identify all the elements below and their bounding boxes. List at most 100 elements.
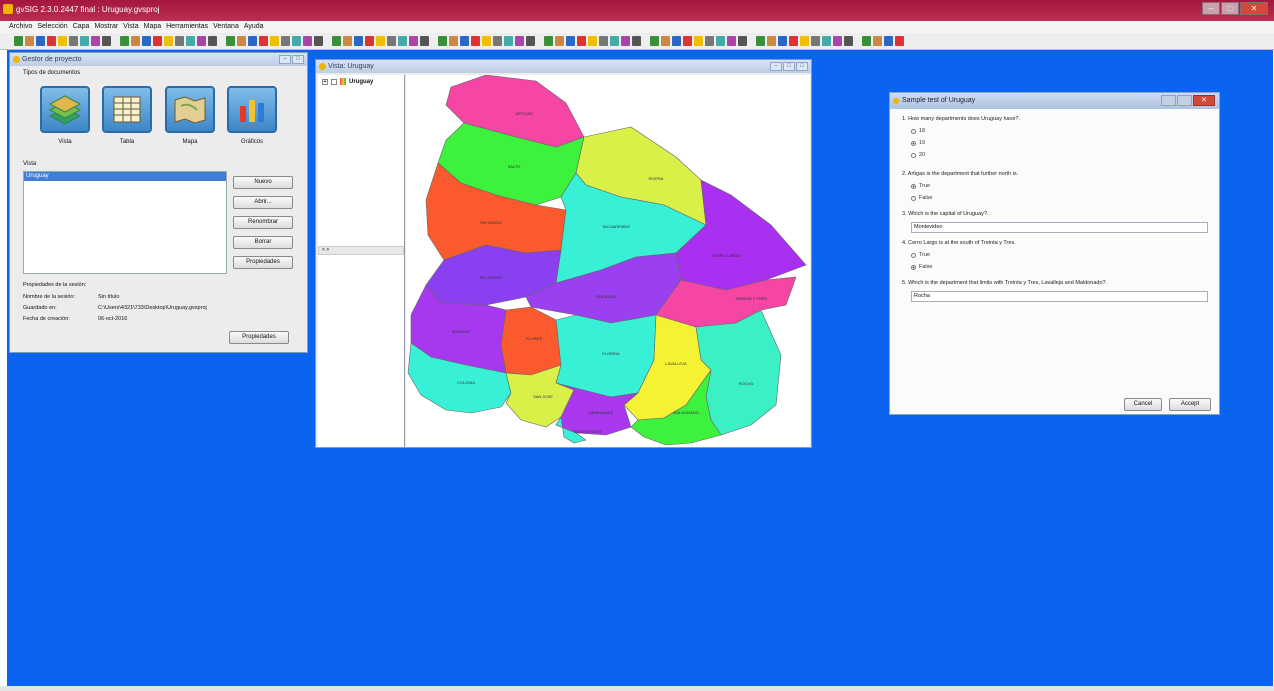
toolbar-tool-icon[interactable]	[873, 36, 882, 46]
map-icon[interactable]	[165, 86, 215, 133]
menu-seleccion[interactable]: Selección	[37, 21, 67, 33]
toolbar-tool-icon[interactable]	[420, 36, 429, 46]
radio-icon[interactable]	[911, 252, 916, 258]
toolbar-tool-icon[interactable]	[387, 36, 396, 46]
toolbar-tool-icon[interactable]	[493, 36, 502, 46]
toolbar-tool-icon[interactable]	[789, 36, 798, 46]
q2-option-false[interactable]: False	[911, 195, 932, 201]
toolbar-tool-icon[interactable]	[226, 36, 235, 46]
toolbar-tool-icon[interactable]	[471, 36, 480, 46]
toolbar-tool-icon[interactable]	[332, 36, 341, 46]
toolbar-tool-icon[interactable]	[292, 36, 301, 46]
toolbar-tool-icon[interactable]	[515, 36, 524, 46]
q1-option-20[interactable]: 20	[911, 152, 925, 158]
toolbar-tool-icon[interactable]	[460, 36, 469, 46]
toolbar-tool-icon[interactable]	[314, 36, 323, 46]
toolbar-tool-icon[interactable]	[862, 36, 871, 46]
radio-selected-icon[interactable]	[911, 183, 916, 189]
panel-close-button[interactable]: □	[292, 55, 304, 64]
toolbar-tool-icon[interactable]	[438, 36, 447, 46]
toolbar-tool-icon[interactable]	[738, 36, 747, 46]
toolbar-tool-icon[interactable]	[756, 36, 765, 46]
toolbar-tool-icon[interactable]	[599, 36, 608, 46]
toolbar-tool-icon[interactable]	[303, 36, 312, 46]
cancel-button[interactable]: Cancel	[1124, 398, 1162, 411]
menu-vista[interactable]: Vista	[123, 21, 138, 33]
menu-ventana[interactable]: Ventana	[213, 21, 239, 33]
toolbar-tool-icon[interactable]	[259, 36, 268, 46]
toolbar-tool-icon[interactable]	[694, 36, 703, 46]
toolbar-tool-icon[interactable]	[25, 36, 34, 46]
quiz-close-button[interactable]: ✕	[1193, 95, 1215, 106]
toolbar-tool-icon[interactable]	[767, 36, 776, 46]
table-icon[interactable]	[102, 86, 152, 133]
toolbar-tool-icon[interactable]	[621, 36, 630, 46]
q1-option-19[interactable]: 19	[911, 140, 925, 146]
toolbar-tool-icon[interactable]	[131, 36, 140, 46]
delete-button[interactable]: Borrar	[233, 236, 293, 249]
toolbar-tool-icon[interactable]	[778, 36, 787, 46]
chart-icon[interactable]	[227, 86, 277, 133]
toolbar-tool-icon[interactable]	[555, 36, 564, 46]
toolbar-tool-icon[interactable]	[727, 36, 736, 46]
toolbar-tool-icon[interactable]	[153, 36, 162, 46]
layer-visibility-checkbox[interactable]	[331, 78, 337, 85]
toolbar-tool-icon[interactable]	[14, 36, 23, 46]
view-minimize-button[interactable]: –	[770, 62, 782, 71]
toolbar-tool-icon[interactable]	[102, 36, 111, 46]
toolbar-tool-icon[interactable]	[237, 36, 246, 46]
toolbar-tool-icon[interactable]	[409, 36, 418, 46]
quiz-maximize-button[interactable]	[1177, 95, 1192, 106]
toolbar-tool-icon[interactable]	[142, 36, 151, 46]
open-button[interactable]: Abrir...	[233, 196, 293, 209]
toolbar-tool-icon[interactable]	[58, 36, 67, 46]
toolbar-tool-icon[interactable]	[80, 36, 89, 46]
menu-capa[interactable]: Capa	[73, 21, 90, 33]
q1-option-18[interactable]: 18	[911, 128, 925, 134]
toolbar-tool-icon[interactable]	[69, 36, 78, 46]
panel-minimize-button[interactable]: –	[279, 55, 291, 64]
toolbar-tool-icon[interactable]	[716, 36, 725, 46]
toolbar-tool-icon[interactable]	[632, 36, 641, 46]
radio-selected-icon[interactable]	[911, 140, 916, 146]
toolbar-tool-icon[interactable]	[197, 36, 206, 46]
minimize-button[interactable]: –	[1202, 2, 1220, 15]
toolbar-tool-icon[interactable]	[526, 36, 535, 46]
toolbar-tool-icon[interactable]	[705, 36, 714, 46]
close-button[interactable]: ✕	[1240, 2, 1268, 15]
menu-herramientas[interactable]: Herramientas	[166, 21, 208, 33]
toolbar-tool-icon[interactable]	[566, 36, 575, 46]
toolbar-tool-icon[interactable]	[661, 36, 670, 46]
q4-option-false[interactable]: False	[911, 264, 932, 270]
toolbar-tool-icon[interactable]	[248, 36, 257, 46]
radio-icon[interactable]	[911, 195, 916, 201]
toolbar-tool-icon[interactable]	[36, 36, 45, 46]
radio-icon[interactable]	[911, 128, 916, 134]
toolbar-tool-icon[interactable]	[504, 36, 513, 46]
q4-option-true[interactable]: True	[911, 252, 930, 258]
properties-button[interactable]: Propiedades	[233, 256, 293, 269]
toolbar-tool-icon[interactable]	[354, 36, 363, 46]
menu-mapa[interactable]: Mapa	[144, 21, 162, 33]
session-properties-button[interactable]: Propiedades	[229, 331, 289, 344]
toolbar-tool-icon[interactable]	[270, 36, 279, 46]
toolbar-tool-icon[interactable]	[398, 36, 407, 46]
toolbar-tool-icon[interactable]	[175, 36, 184, 46]
toolbar-tool-icon[interactable]	[895, 36, 904, 46]
radio-icon[interactable]	[911, 152, 916, 158]
toolbar-tool-icon[interactable]	[365, 36, 374, 46]
menu-ayuda[interactable]: Ayuda	[244, 21, 264, 33]
vista-list[interactable]: Uruguay	[23, 171, 227, 274]
toolbar-tool-icon[interactable]	[884, 36, 893, 46]
q2-option-true[interactable]: True	[911, 183, 930, 189]
layers-icon[interactable]	[40, 86, 90, 133]
toolbar-tool-icon[interactable]	[588, 36, 597, 46]
q5-answer-field[interactable]: Rocha	[911, 291, 1208, 302]
accept-button[interactable]: Accept	[1169, 398, 1211, 411]
quiz-minimize-button[interactable]	[1161, 95, 1176, 106]
toolbar-tool-icon[interactable]	[91, 36, 100, 46]
toolbar-tool-icon[interactable]	[120, 36, 129, 46]
layer-entry[interactable]: + Uruguay	[322, 78, 373, 85]
toolbar-tool-icon[interactable]	[281, 36, 290, 46]
menu-mostrar[interactable]: Mostrar	[94, 21, 118, 33]
